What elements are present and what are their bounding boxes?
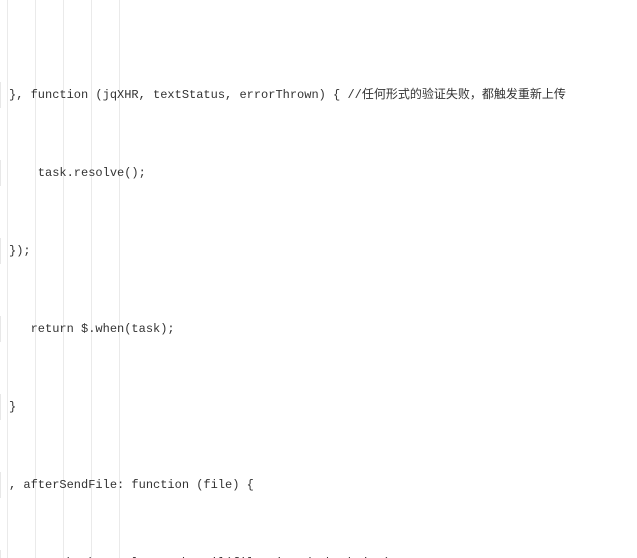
code-line: var chunksTotal = Math.ceil(file.size / … bbox=[0, 550, 637, 558]
code-line: }, function (jqXHR, textStatus, errorThr… bbox=[0, 82, 637, 108]
code-line: return $.when(task); bbox=[0, 316, 637, 342]
code-line: } bbox=[0, 394, 637, 420]
code-line: task.resolve(); bbox=[0, 160, 637, 186]
code-line: }); bbox=[0, 238, 637, 264]
code-line: , afterSendFile: function (file) { bbox=[0, 472, 637, 498]
code-block: }, function (jqXHR, textStatus, errorThr… bbox=[0, 0, 637, 558]
